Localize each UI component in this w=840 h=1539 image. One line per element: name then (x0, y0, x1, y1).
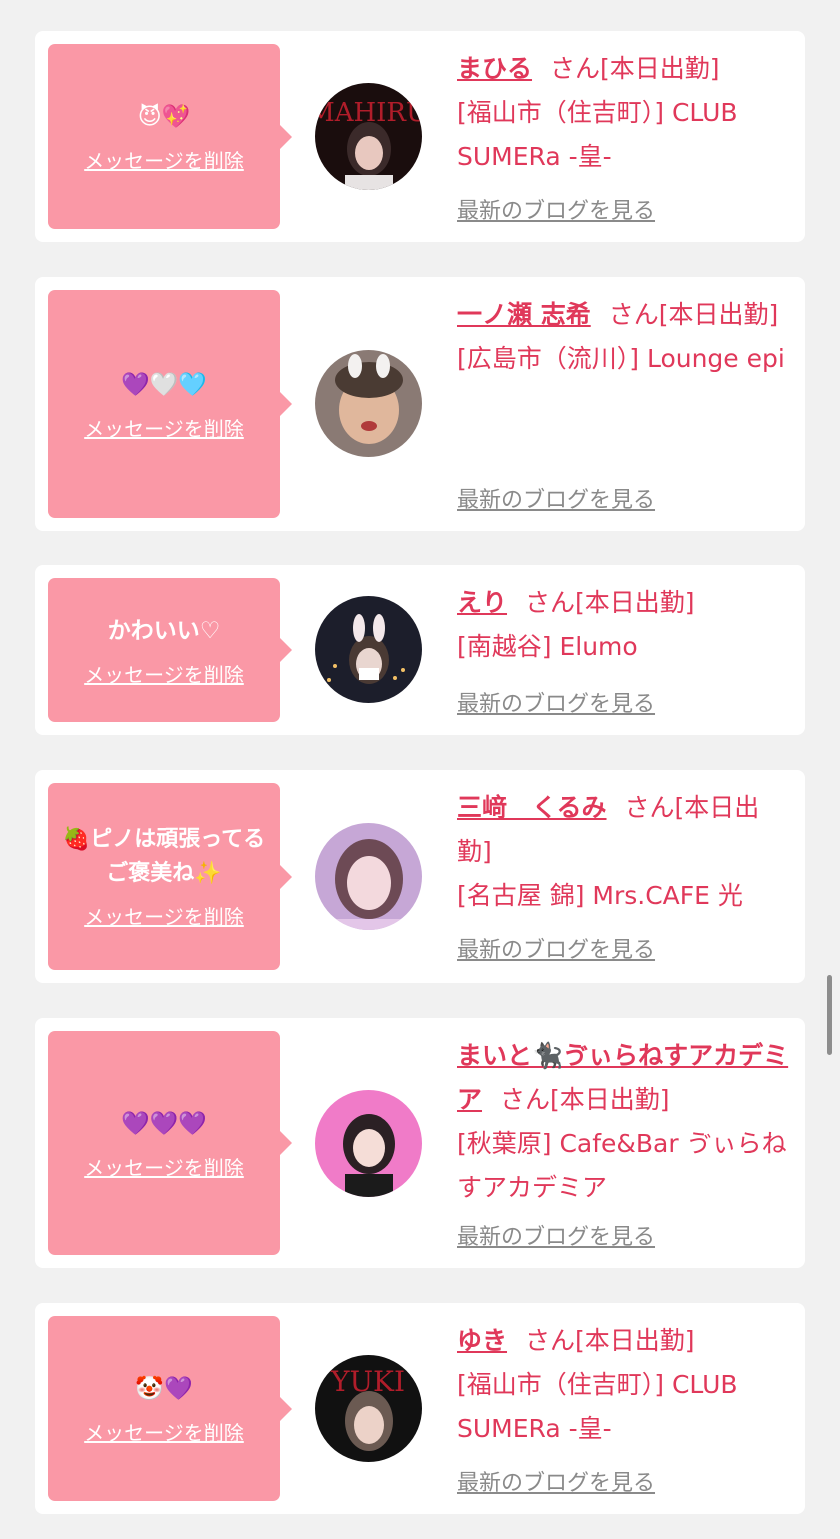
message-card: 💜🤍🩵 メッセージを削除 一ノ瀬 志希 さん[本日出勤] [広島市（流川）] Lo… (35, 277, 805, 531)
cast-name-link[interactable]: ゆき (457, 1326, 507, 1355)
cast-status: さん[本日出勤] (525, 588, 695, 617)
cast-location: [福山市（住吉町）] CLUB SUMERa -皇- (457, 1370, 738, 1443)
avatar[interactable] (315, 596, 422, 703)
message-text: 💜🤍🩵 (121, 371, 207, 398)
delete-message-link[interactable]: メッセージを削除 (84, 145, 244, 174)
avatar-image: YUKI (315, 1355, 422, 1462)
cast-location: [南越谷] Elumo (457, 632, 638, 661)
message-bubble: 😈💖 メッセージを削除 (48, 44, 292, 229)
message-card: 🍓ピノは頑張ってるご褒美ね✨ メッセージを削除 三﨑 くるみ さん[本日出勤] [… (35, 770, 805, 983)
scrollbar[interactable] (827, 975, 832, 1055)
message-card: かわいい♡ メッセージを削除 えり さん[本日出勤] [南越谷] Elumo 最新… (35, 565, 805, 735)
cast-status: さん[本日出勤] (525, 1326, 695, 1355)
latest-blog-link[interactable]: 最新のブログを見る (457, 932, 655, 964)
message-card: 🤡💜 メッセージを削除 YUKI ゆき さん[本日出勤] [福山市（住吉町）] C… (35, 1303, 805, 1514)
cast-info: 一ノ瀬 志希 さん[本日出勤] [広島市（流川）] Lounge epi (457, 293, 791, 381)
cast-status: さん[本日出勤] (608, 300, 779, 329)
cast-info: えり さん[本日出勤] [南越谷] Elumo (457, 581, 791, 669)
delete-message-link[interactable]: メッセージを削除 (84, 901, 244, 930)
message-bubble: 🍓ピノは頑張ってるご褒美ね✨ メッセージを削除 (48, 783, 292, 970)
avatar[interactable] (315, 823, 422, 930)
latest-blog-link[interactable]: 最新のブログを見る (457, 1465, 655, 1497)
avatar-image (315, 350, 422, 457)
latest-blog-link[interactable]: 最新のブログを見る (457, 193, 655, 225)
cast-location: [福山市（住吉町）] CLUB SUMERa -皇- (457, 98, 738, 171)
cast-info: 三﨑 くるみ さん[本日出勤] [名古屋 錦] Mrs.CAFE 光 (457, 786, 791, 918)
delete-message-link[interactable]: メッセージを削除 (84, 413, 244, 442)
avatar[interactable] (315, 350, 422, 457)
message-text: 🤡💜 (135, 1376, 193, 1402)
delete-message-link[interactable]: メッセージを削除 (84, 1152, 244, 1181)
cast-status: さん[本日出勤] (500, 1085, 670, 1114)
avatar-image (315, 823, 422, 930)
message-bubble: 🤡💜 メッセージを削除 (48, 1316, 292, 1501)
cast-name-link[interactable]: 一ノ瀬 志希 (457, 300, 591, 329)
cast-status: さん[本日出勤] (550, 54, 720, 83)
avatar[interactable]: YUKI (315, 1355, 422, 1462)
cast-name-link[interactable]: えり (457, 588, 507, 617)
message-card: 😈💖 メッセージを削除 MAHIRU まひる さん[本日出勤] [福山市（住吉町）… (35, 31, 805, 242)
avatar-image (315, 596, 422, 703)
avatar[interactable]: MAHIRU (315, 83, 422, 190)
message-text: 💜💜💜 (121, 1110, 207, 1137)
message-text: 🍓ピノは頑張ってるご褒美ね✨ (62, 827, 266, 886)
message-bubble: 💜💜💜 メッセージを削除 (48, 1031, 292, 1255)
cast-info: まいと🐈‍⬛ゔぃらねすアカデミア さん[本日出勤] [秋葉原] Cafe&Bar … (457, 1034, 791, 1210)
avatar-image (315, 1090, 422, 1197)
message-text: かわいい♡ (107, 617, 221, 644)
latest-blog-link[interactable]: 最新のブログを見る (457, 686, 655, 718)
cast-info: まひる さん[本日出勤] [福山市（住吉町）] CLUB SUMERa -皇- (457, 47, 791, 179)
avatar[interactable] (315, 1090, 422, 1197)
message-card: 💜💜💜 メッセージを削除 まいと🐈‍⬛ゔぃらねすアカデミア さん[本日出勤] [秋… (35, 1018, 805, 1268)
cast-location: [広島市（流川）] Lounge epi (457, 344, 785, 373)
latest-blog-link[interactable]: 最新のブログを見る (457, 482, 655, 514)
cast-name-link[interactable]: まひる (457, 54, 532, 83)
delete-message-link[interactable]: メッセージを削除 (84, 1417, 244, 1446)
message-text: 😈💖 (137, 104, 191, 130)
delete-message-link[interactable]: メッセージを削除 (84, 659, 244, 688)
message-bubble: かわいい♡ メッセージを削除 (48, 578, 292, 722)
cast-name-link[interactable]: 三﨑 くるみ (457, 793, 607, 822)
latest-blog-link[interactable]: 最新のブログを見る (457, 1219, 655, 1251)
avatar-image: MAHIRU (315, 83, 422, 190)
cast-location: [秋葉原] Cafe&Bar ゔぃらねすアカデミア (457, 1129, 787, 1202)
cast-info: ゆき さん[本日出勤] [福山市（住吉町）] CLUB SUMERa -皇- (457, 1319, 791, 1451)
cast-location: [名古屋 錦] Mrs.CAFE 光 (457, 881, 743, 910)
message-bubble: 💜🤍🩵 メッセージを削除 (48, 290, 292, 518)
